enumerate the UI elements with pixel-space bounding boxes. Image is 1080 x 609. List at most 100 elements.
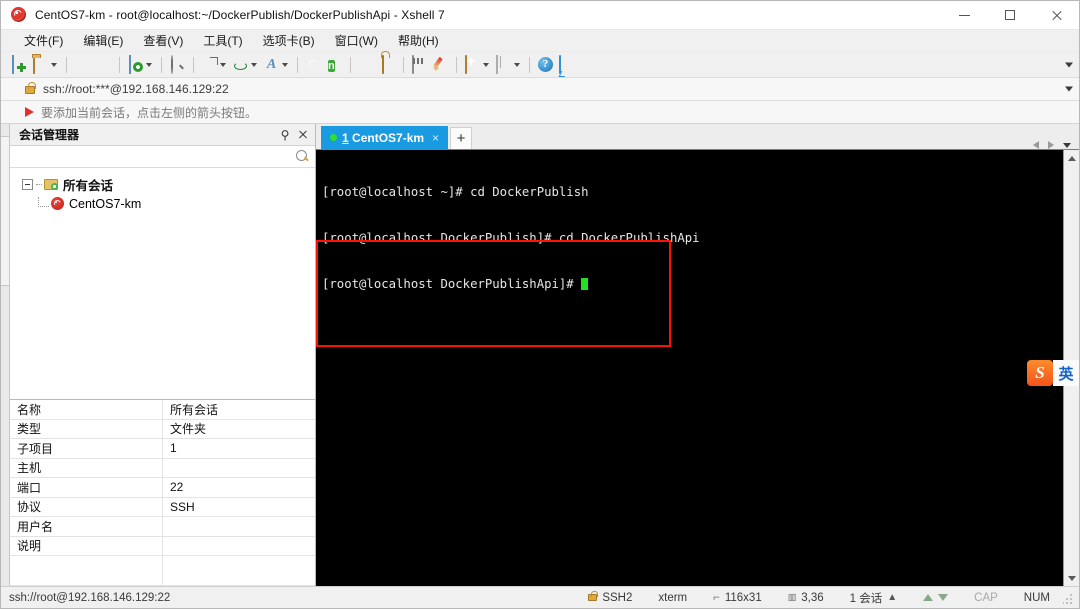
sogou-ime-logo-icon[interactable]: S xyxy=(1027,360,1053,386)
layout-button[interactable] xyxy=(493,53,524,77)
xshell-icon xyxy=(305,56,322,73)
resize-grip[interactable] xyxy=(1063,591,1075,604)
toolbar-separator xyxy=(350,56,351,73)
prop-value-empty xyxy=(163,556,315,585)
terminal-line-with-cursor: [root@localhost DockerPublishApi]# xyxy=(322,277,1063,292)
pin-icon[interactable]: ⚲ xyxy=(277,127,293,143)
maximize-button[interactable] xyxy=(987,1,1033,30)
chevron-down-icon[interactable] xyxy=(220,62,226,67)
address-overflow-chevron[interactable] xyxy=(1065,86,1073,92)
menu-tools[interactable]: 工具(T) xyxy=(194,30,251,51)
prop-key: 协议 xyxy=(10,497,163,516)
lock-icon xyxy=(25,82,36,94)
close-button[interactable] xyxy=(1033,1,1079,30)
menu-help[interactable]: 帮助(H) xyxy=(389,30,448,51)
status-sessions[interactable]: 1 会话 ▲ xyxy=(837,590,911,606)
hint-bar: 要添加当前会话，点击左侧的箭头按钮。 xyxy=(1,101,1079,124)
keyboard-button[interactable] xyxy=(409,53,430,77)
status-cap: CAP xyxy=(974,591,998,604)
highlight-button[interactable] xyxy=(430,53,451,77)
chevron-down-icon[interactable] xyxy=(483,62,489,67)
table-row: 协议 SSH xyxy=(10,497,315,517)
tab-nav-controls xyxy=(1033,141,1079,149)
tree-node-centos7-km[interactable]: CentOS7-km xyxy=(38,194,315,213)
open-session-button[interactable] xyxy=(30,53,61,77)
menu-tabs[interactable]: 选项卡(B) xyxy=(254,30,324,51)
chevron-down-icon[interactable] xyxy=(51,62,57,67)
terminal-cursor xyxy=(581,277,589,290)
toolbar-separator xyxy=(161,56,162,73)
main-body: 会话管理器 ⚲ 所有会话 CentOS7-km 名称 所有会话 类型 文件夹 子… xyxy=(1,124,1079,586)
globe-icon xyxy=(232,56,249,73)
menu-window[interactable]: 窗口(W) xyxy=(326,30,387,51)
reconnect-button[interactable] xyxy=(93,53,114,77)
file-transfer-button[interactable] xyxy=(199,53,230,77)
session-search-box[interactable] xyxy=(10,146,315,168)
fullscreen-button[interactable] xyxy=(356,53,377,77)
xshell-window: CentOS7-km - root@localhost:~/DockerPubl… xyxy=(0,0,1080,609)
toolbar: A n ? xyxy=(1,52,1079,78)
window-title: CentOS7-km - root@localhost:~/DockerPubl… xyxy=(35,8,445,22)
cursor-pos-icon: ▥ xyxy=(787,592,797,602)
chevron-down-icon[interactable] xyxy=(282,62,288,67)
table-row-empty xyxy=(10,556,315,586)
close-panel-icon[interactable] xyxy=(295,127,311,143)
menu-edit[interactable]: 编辑(E) xyxy=(74,30,132,51)
minimize-button[interactable] xyxy=(941,1,987,30)
connection-status-dot xyxy=(330,134,337,141)
find-button[interactable] xyxy=(167,53,188,77)
lock-icon xyxy=(588,591,599,601)
chevron-up-icon[interactable]: ▲ xyxy=(887,592,897,603)
tab-centos7-km[interactable]: 1 CentOS7-km × xyxy=(321,126,449,149)
ime-indicator[interactable]: S 英 xyxy=(1027,360,1079,386)
search-icon[interactable] xyxy=(296,150,309,163)
tab-index: 1 xyxy=(342,130,349,145)
scrollbar-up-button[interactable] xyxy=(1064,150,1079,166)
chevron-down-icon[interactable] xyxy=(251,62,257,67)
status-protocol: SSH2 xyxy=(575,591,645,604)
status-bar: ssh://root@192.168.146.129:22 SSH2 xterm… xyxy=(1,586,1079,608)
new-folder-button[interactable] xyxy=(462,53,493,77)
table-row: 主机 xyxy=(10,458,315,478)
chevron-down-icon[interactable] xyxy=(514,62,520,67)
address-bar[interactable]: ssh://root:***@192.168.146.129:22 xyxy=(1,78,1079,101)
terminal-output[interactable]: [root@localhost ~]# cd DockerPublish [ro… xyxy=(316,150,1063,586)
red-flag-icon xyxy=(25,107,34,117)
scrollbar-down-button[interactable] xyxy=(1064,570,1079,586)
toolbar-overflow-chevron[interactable] xyxy=(1065,62,1073,67)
title-bar: CentOS7-km - root@localhost:~/DockerPubl… xyxy=(1,1,1079,30)
tree-node-all-sessions[interactable]: 所有会话 xyxy=(22,175,315,194)
tree-collapse-toggle[interactable] xyxy=(22,179,33,190)
nfs-button[interactable]: n xyxy=(324,53,345,77)
prop-key: 类型 xyxy=(10,419,163,438)
menu-file[interactable]: 文件(F) xyxy=(15,30,72,51)
new-tab-button[interactable]: + xyxy=(450,127,473,149)
collapsed-panel-tab[interactable] xyxy=(1,136,10,286)
upload-arrow-icon xyxy=(923,594,934,601)
tab-close-icon[interactable]: × xyxy=(429,132,442,144)
xshell-button[interactable] xyxy=(303,53,324,77)
tab-prev-arrow[interactable] xyxy=(1033,141,1039,149)
prop-key: 端口 xyxy=(10,478,163,497)
chat-button[interactable] xyxy=(556,53,577,77)
font-button[interactable]: A xyxy=(261,53,292,77)
status-right-group: SSH2 xterm ⌐ 116x31 ▥ 3,36 1 会话 ▲ CAP NU… xyxy=(575,590,1079,606)
xshell-spiral-icon xyxy=(10,6,28,24)
lock-button[interactable] xyxy=(377,53,398,77)
browser-button[interactable] xyxy=(230,53,261,77)
tab-list-chevron[interactable] xyxy=(1063,142,1071,148)
ime-mode-label[interactable]: 英 xyxy=(1053,360,1079,386)
prop-value xyxy=(163,537,315,556)
session-search-input[interactable] xyxy=(16,149,296,164)
tab-next-arrow[interactable] xyxy=(1048,141,1054,149)
table-row: 类型 文件夹 xyxy=(10,419,315,439)
new-session-button[interactable] xyxy=(9,53,30,77)
session-properties-button[interactable] xyxy=(125,53,156,77)
menu-view[interactable]: 查看(V) xyxy=(134,30,192,51)
help-button[interactable]: ? xyxy=(535,53,556,77)
prop-key-empty xyxy=(10,556,163,585)
chevron-down-icon[interactable] xyxy=(146,62,152,67)
folder-sessions-icon xyxy=(44,179,58,190)
disconnect-button[interactable] xyxy=(72,53,93,77)
terminal-screen[interactable]: [root@localhost ~]# cd DockerPublish [ro… xyxy=(316,149,1079,586)
